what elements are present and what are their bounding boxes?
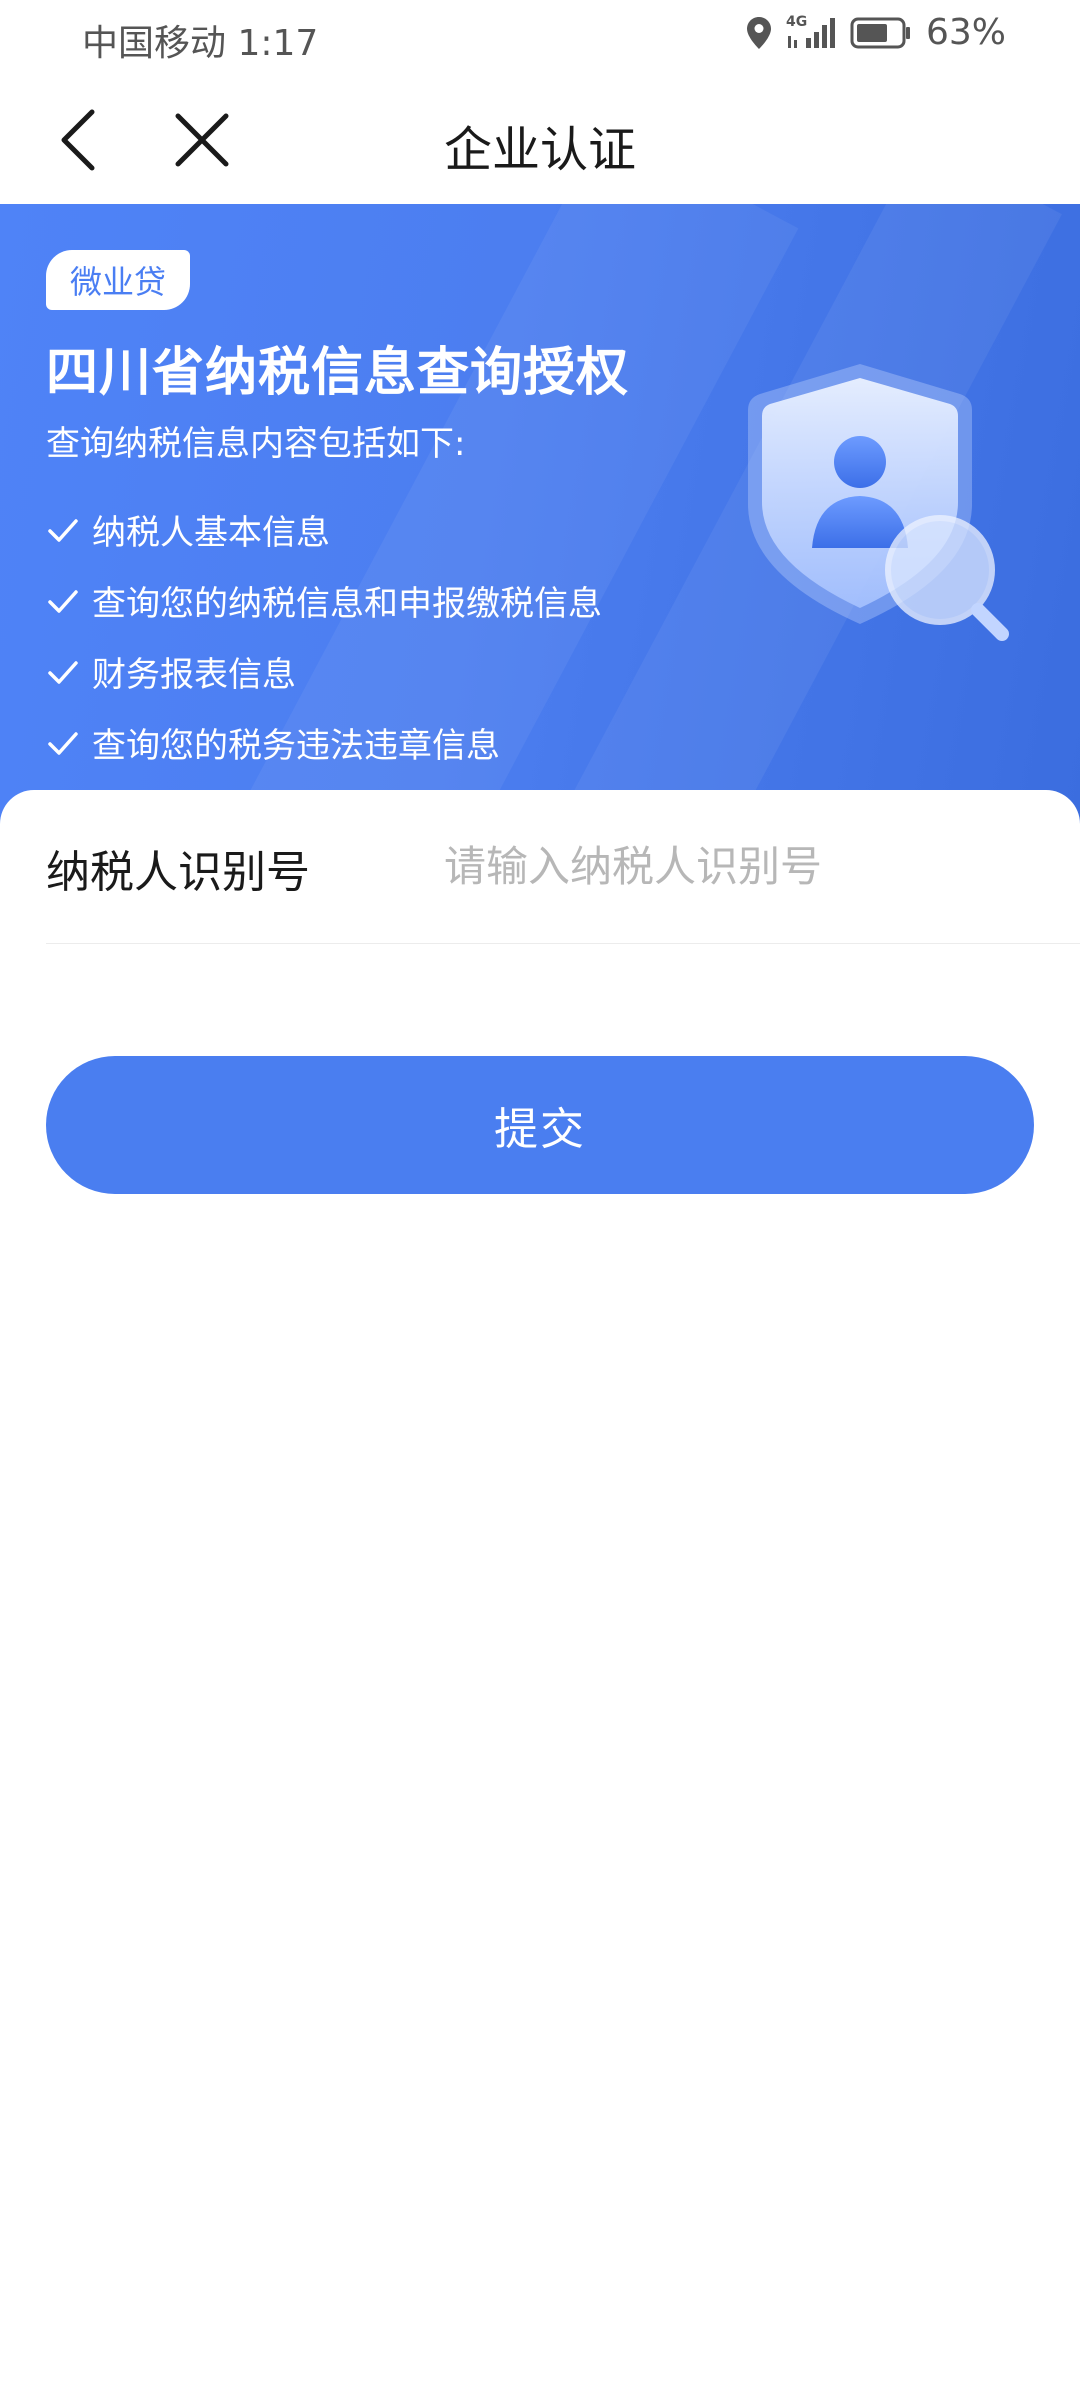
banner-subtitle: 查询纳税信息内容包括如下: — [46, 424, 466, 464]
shield-user-search-icon — [748, 364, 1009, 641]
status-icons: 4G 63% — [746, 12, 1006, 53]
taxpayer-id-input[interactable] — [444, 826, 1044, 906]
carrier-time: 中国移动 1:17 — [82, 23, 319, 64]
check-icon — [48, 518, 78, 542]
banner-title: 四川省纳税信息查询授权 — [46, 343, 630, 403]
page-title: 企业认证 — [443, 122, 636, 178]
info-list: 纳税人基本信息 查询您的纳税信息和申报缴税信息 财务报表信息 查询您的税务违法违… — [46, 494, 602, 778]
form-card: 纳税人识别号 提交 — [0, 790, 1080, 2400]
taxpayer-id-label: 纳税人识别号 — [46, 847, 310, 898]
taxpayer-id-row: 纳税人识别号 — [46, 790, 1080, 944]
product-tag: 微业贷 — [46, 250, 191, 310]
check-icon — [48, 660, 78, 684]
list-item: 查询您的纳税信息和申报缴税信息 — [46, 565, 602, 636]
list-item-text: 财务报表信息 — [92, 655, 296, 695]
title-bar: 企业认证 — [0, 76, 1080, 204]
battery-icon — [850, 16, 912, 50]
list-item: 纳税人基本信息 — [46, 494, 602, 565]
check-icon — [48, 589, 78, 613]
list-item-text: 查询您的税务违法违章信息 — [92, 726, 500, 766]
list-item: 查询您的税务违法违章信息 — [46, 707, 602, 778]
list-item: 财务报表信息 — [46, 636, 602, 707]
submit-button[interactable]: 提交 — [46, 1056, 1034, 1194]
authorization-banner: 微业贷 四川省纳税信息查询授权 查询纳税信息内容包括如下: 纳税人基本信息 查询… — [0, 204, 1080, 824]
signal-icon: 4G — [786, 14, 836, 50]
battery-level: 63% — [925, 12, 1006, 53]
list-item-text: 查询您的纳税信息和申报缴税信息 — [92, 584, 602, 624]
status-bar: 中国移动 1:17 4G 63% — [0, 0, 1080, 76]
check-icon — [48, 731, 78, 755]
list-item-text: 纳税人基本信息 — [92, 513, 330, 553]
location-icon — [746, 16, 772, 50]
